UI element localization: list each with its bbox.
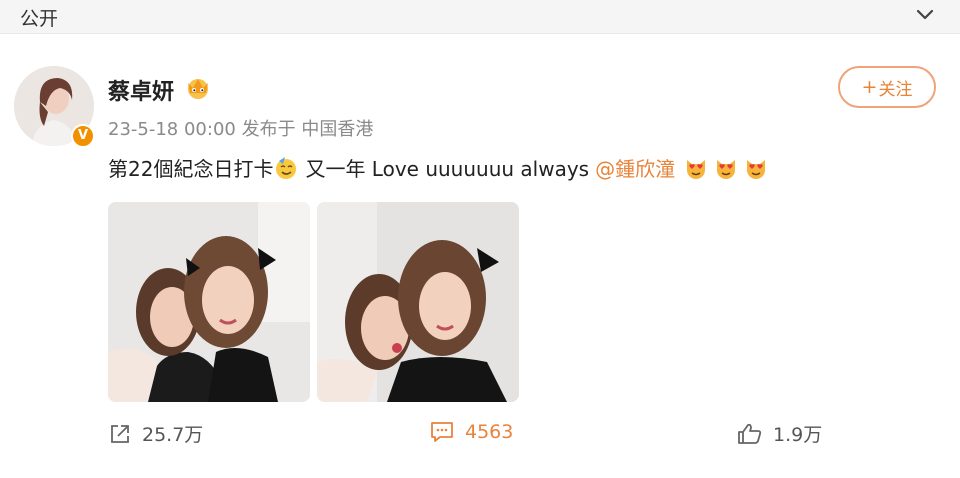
- follow-button[interactable]: + 关注: [838, 66, 936, 108]
- follow-label: 关注: [878, 79, 913, 100]
- chevron-down-icon[interactable]: [913, 2, 937, 26]
- top-bar: 公开: [0, 0, 960, 34]
- post-text-middle: 又一年 Love uuuuuuu always: [305, 157, 590, 181]
- post-time[interactable]: 23-5-18 00:00: [108, 119, 236, 140]
- share-icon: [111, 424, 129, 443]
- heart-eyes-cat-icon: [747, 159, 766, 179]
- party-face-icon: [276, 156, 297, 179]
- visibility-scope-label[interactable]: 公开: [20, 4, 58, 31]
- verified-badge: V: [71, 124, 95, 148]
- author-name[interactable]: 蔡卓妍: [108, 74, 174, 106]
- post-text-main: 第22個紀念日打卡: [108, 157, 274, 181]
- like-button[interactable]: 1.9万: [737, 420, 822, 447]
- repost-count: 25.7万: [142, 424, 204, 446]
- post-photo-1[interactable]: [108, 202, 310, 402]
- repost-button[interactable]: 25.7万: [108, 420, 203, 447]
- post-photo-2[interactable]: [317, 202, 519, 402]
- post-text: 第22個紀念日打卡 又一年 Love uuuuuuu always @鍾欣潼: [108, 153, 769, 182]
- plus-icon: +: [861, 76, 878, 98]
- like-count: 1.9万: [773, 424, 823, 446]
- thumbs-up-icon: [738, 423, 762, 444]
- comment-icon: [431, 422, 453, 442]
- comment-button[interactable]: 4563: [429, 420, 513, 444]
- heart-eyes-cat-icon: [717, 159, 736, 179]
- heart-eyes-cat-icon: [687, 159, 706, 179]
- mention-link[interactable]: @鍾欣潼: [595, 153, 675, 182]
- post-location: 发布于 中国香港: [241, 119, 374, 140]
- comment-count: 4563: [465, 421, 514, 443]
- post-meta: 23-5-18 00:00 发布于 中国香港: [108, 115, 373, 141]
- vip-crown-icon: [188, 79, 208, 99]
